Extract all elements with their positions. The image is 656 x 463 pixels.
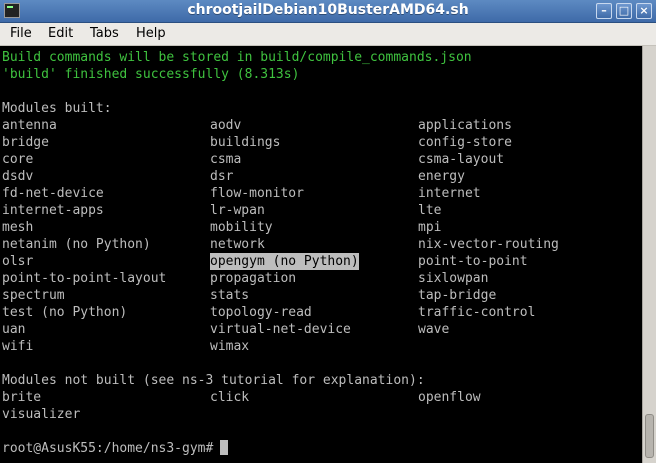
module-row: mesh mobility mpi [2, 219, 638, 236]
module-name: test (no Python) [2, 305, 128, 320]
module-name: wifi [2, 339, 34, 354]
terminal-output[interactable]: Build commands will be stored in build/c… [0, 46, 642, 463]
maximize-icon[interactable]: □ [616, 3, 632, 19]
module-name: point-to-point [418, 254, 528, 269]
terminal-window: chrootjailDebian10BusterAMD64.sh – □ × F… [0, 0, 656, 463]
menu-help[interactable]: Help [134, 25, 168, 42]
module-name: dsr [210, 169, 234, 184]
window-title: chrootjailDebian10BusterAMD64.sh [187, 2, 469, 18]
close-icon[interactable]: × [636, 3, 652, 19]
module-name: fd-net-device [2, 186, 104, 201]
module-name: internet [418, 186, 481, 201]
module-name: propagation [210, 271, 297, 286]
module-name: stats [210, 288, 250, 303]
module-name: aodv [210, 118, 242, 133]
module-name: spectrum [2, 288, 65, 303]
vertical-scrollbar[interactable] [642, 46, 656, 463]
module-row: fd-net-device flow-monitor internet [2, 185, 638, 202]
module-name: bridge [2, 135, 49, 150]
module-name: opengym (no Python) [210, 253, 359, 270]
module-name: click [210, 390, 250, 405]
module-name: antenna [2, 118, 57, 133]
module-name: netanim (no Python) [2, 237, 151, 252]
module-row: uan virtual-net-device wave [2, 321, 638, 338]
module-row: visualizer [2, 406, 638, 423]
title-bar[interactable]: chrootjailDebian10BusterAMD64.sh – □ × [0, 0, 656, 23]
build-commands-message: Build commands will be stored in build/c… [2, 50, 472, 65]
module-row: dsdv dsr energy [2, 168, 638, 185]
module-row: point-to-point-layout propagation sixlowpa… [2, 270, 638, 287]
module-name: wimax [210, 339, 250, 354]
module-name: virtual-net-device [210, 322, 351, 337]
module-row: olsr opengym (no Python) point-to-point [2, 253, 638, 270]
build-finished-message: 'build' finished successfully (8.313s) [2, 67, 300, 82]
module-name: mpi [418, 220, 442, 235]
module-row: core csma csma-layout [2, 151, 638, 168]
module-row: internet-apps lr-wpan lte [2, 202, 638, 219]
module-name: csma [210, 152, 242, 167]
text-cursor [220, 440, 229, 455]
module-name: brite [2, 390, 42, 405]
module-name: uan [2, 322, 26, 337]
shell-prompt[interactable]: root@AsusK55:/home/ns3-gym# [2, 440, 229, 457]
module-row: antenna aodv applications [2, 117, 638, 134]
module-name: csma-layout [418, 152, 505, 167]
module-name: point-to-point-layout [2, 271, 167, 286]
module-name: dsdv [2, 169, 34, 184]
module-row: wifi wimax [2, 338, 638, 355]
prompt-text: root@AsusK55:/home/ns3-gym# [2, 441, 214, 456]
module-name: topology-read [210, 305, 312, 320]
module-name: buildings [210, 135, 281, 150]
module-name: olsr [2, 254, 34, 269]
module-name: sixlowpan [418, 271, 489, 286]
module-name: openflow [418, 390, 481, 405]
menu-edit[interactable]: Edit [46, 25, 75, 42]
module-name: nix-vector-routing [418, 237, 559, 252]
module-name: energy [418, 169, 465, 184]
modules-built-header: Modules built: [2, 101, 112, 116]
menu-bar: File Edit Tabs Help [0, 23, 656, 46]
module-name: mobility [210, 220, 273, 235]
module-name: visualizer [2, 407, 81, 422]
module-name: wave [418, 322, 450, 337]
module-name: core [2, 152, 34, 167]
module-row: spectrum stats tap-bridge [2, 287, 638, 304]
scrollbar-thumb[interactable] [645, 414, 654, 458]
module-row: test (no Python) topology-read traffic-con… [2, 304, 638, 321]
module-name: applications [418, 118, 512, 133]
module-name: tap-bridge [418, 288, 497, 303]
modules-not-built-header: Modules not built (see ns-3 tutorial for… [2, 373, 425, 388]
module-name: lte [418, 203, 442, 218]
module-name: config-store [418, 135, 512, 150]
menu-tabs[interactable]: Tabs [88, 25, 121, 42]
module-name: internet-apps [2, 203, 104, 218]
minimize-icon[interactable]: – [596, 3, 612, 19]
module-row: brite click openflow [2, 389, 638, 406]
module-name: traffic-control [418, 305, 536, 320]
module-name: mesh [2, 220, 34, 235]
module-name: network [210, 237, 265, 252]
module-name: lr-wpan [210, 203, 265, 218]
module-name: flow-monitor [210, 186, 304, 201]
menu-file[interactable]: File [8, 25, 34, 42]
module-row: bridge buildings config-store [2, 134, 638, 151]
module-row: netanim (no Python) network nix-vector-rou… [2, 236, 638, 253]
